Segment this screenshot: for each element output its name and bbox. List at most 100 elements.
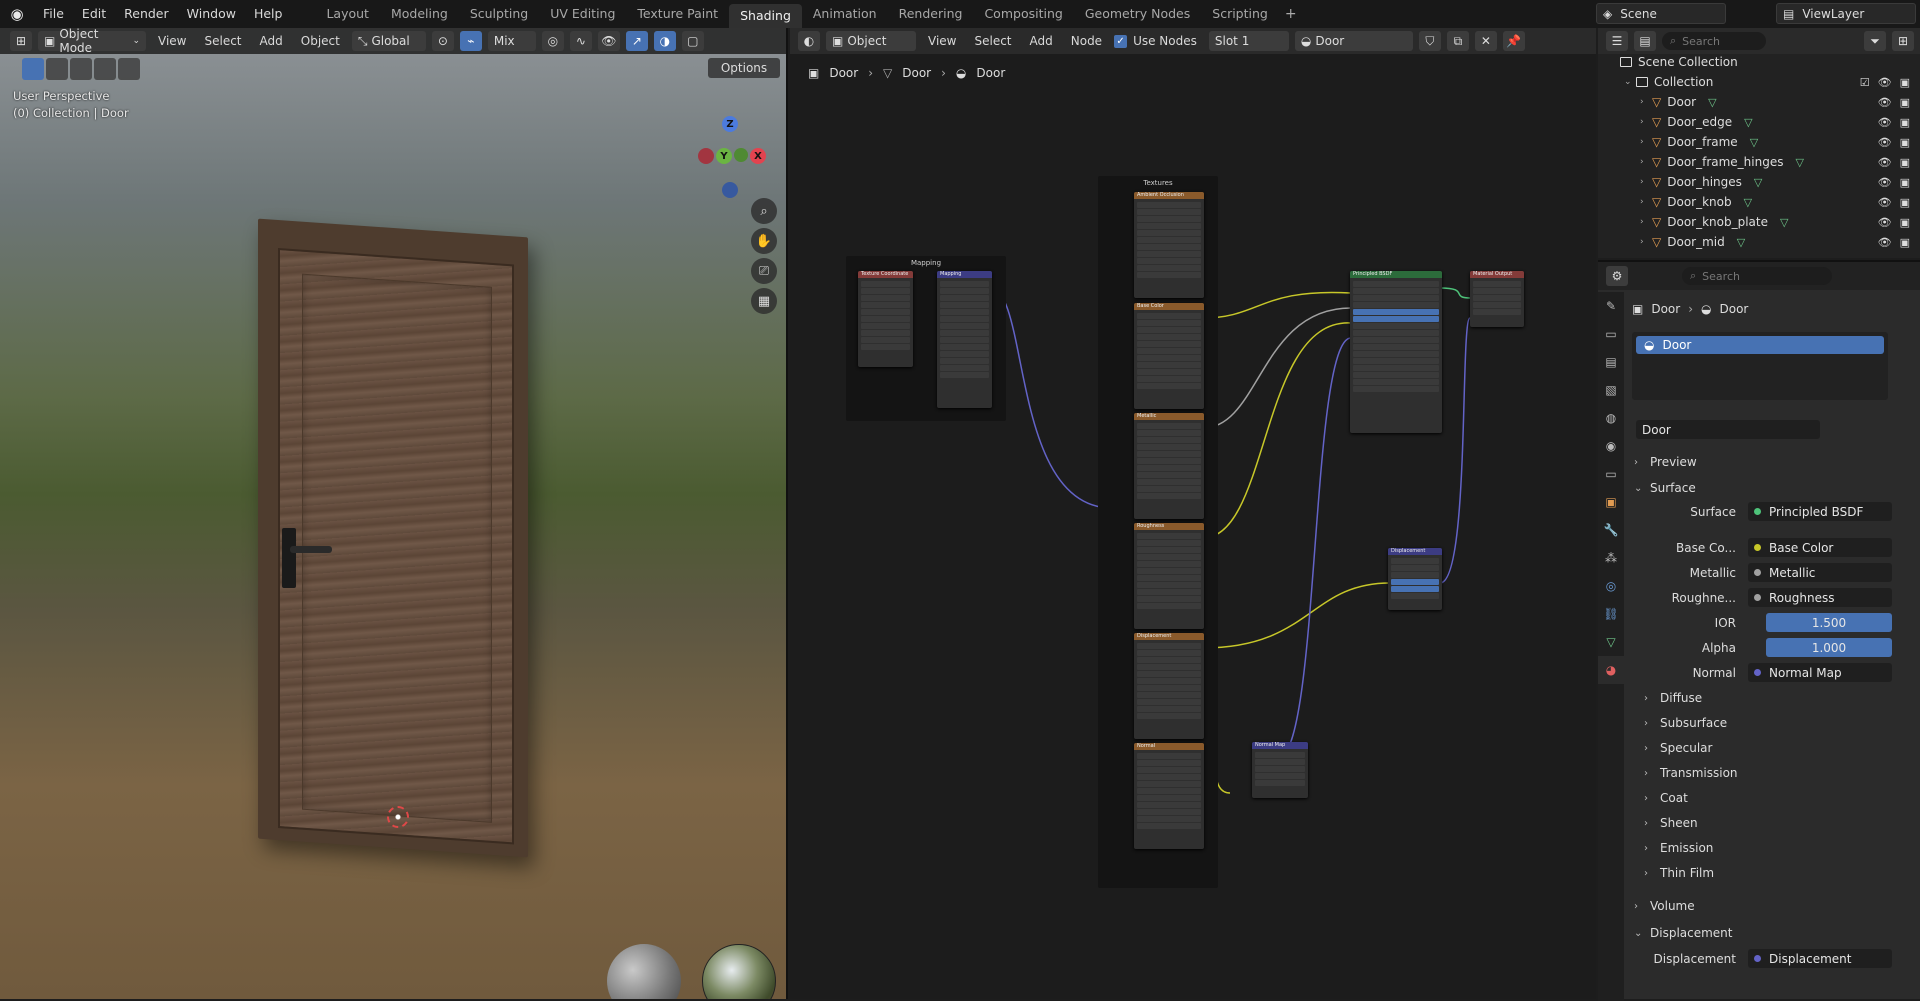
camera-icon[interactable]: ▣ — [1900, 136, 1910, 149]
mode-dropdown[interactable]: ▣ Object Mode ⌄ — [38, 28, 146, 55]
outliner-scene-collection[interactable]: Scene Collection — [1620, 52, 1920, 72]
tab-modeling[interactable]: Modeling — [380, 0, 459, 28]
select-invert-icon[interactable] — [118, 58, 140, 80]
mesh-data-icon[interactable]: ▽ — [1750, 136, 1758, 149]
particles-tab-icon[interactable]: ⁂ — [1598, 544, 1624, 572]
camera-icon[interactable]: ▣ — [1900, 116, 1910, 129]
mesh-data-icon[interactable]: ▽ — [1754, 176, 1762, 189]
outliner-item-door-edge[interactable]: › ▽ Door_edge ▽ 👁 ▣ — [1640, 112, 1920, 132]
tab-scripting[interactable]: Scripting — [1201, 0, 1279, 28]
world-tab-icon[interactable]: ◉ — [1598, 432, 1624, 460]
outliner-item-door-frame-hinges[interactable]: › ▽ Door_frame_hinges ▽ 👁 ▣ — [1640, 152, 1920, 172]
camera-icon[interactable]: ▣ — [1900, 236, 1910, 249]
node-displacement[interactable]: Displacement — [1388, 548, 1442, 610]
mesh-data-icon[interactable]: ▽ — [1737, 236, 1745, 249]
falloff-icon[interactable]: ∿ — [569, 31, 592, 51]
data-tab-icon[interactable]: ▽ — [1598, 628, 1624, 656]
shader-node-editor[interactable]: ◐ ▣ Object View Select Add Node ✓ Use No… — [790, 28, 1596, 999]
outliner-item-door-frame[interactable]: › ▽ Door_frame ▽ 👁 ▣ — [1640, 132, 1920, 152]
pan-hand-icon[interactable]: ✋ — [751, 228, 777, 254]
ior-field[interactable]: 1.500 — [1766, 613, 1892, 632]
camera-icon[interactable]: ▣ — [1900, 156, 1910, 169]
object-visibility[interactable]: 👁 ▣ — [1878, 136, 1910, 149]
properties-search-input[interactable]: ⌕ Search — [1682, 267, 1832, 285]
material-slot-item[interactable]: ◒ Door — [1636, 336, 1884, 354]
editor-type-icon[interactable]: ⊞ — [10, 31, 32, 51]
node-normal-texture[interactable]: Normal — [1134, 743, 1204, 849]
material-slot-list[interactable]: ◒ Door — [1632, 332, 1888, 400]
overlay-toggle-icon[interactable]: ◑ — [653, 31, 676, 51]
blender-logo-icon[interactable]: ◉ — [0, 5, 34, 23]
filter-icon[interactable]: ⏷ — [1864, 31, 1886, 51]
properties-type-icon[interactable]: ⚙ — [1606, 266, 1628, 286]
outliner-item-door-knob[interactable]: › ▽ Door_knob ▽ 👁 ▣ — [1640, 192, 1920, 212]
viewport-menu-select[interactable]: Select — [198, 34, 247, 48]
section-volume[interactable]: › Volume — [1634, 894, 1908, 918]
scene-selector[interactable]: ◈ Scene — [1596, 3, 1726, 24]
outliner-item-door-knob-plate[interactable]: › ▽ Door_knob_plate ▽ 👁 ▣ — [1640, 212, 1920, 232]
collection-visibility[interactable]: ☑ 👁 ▣ — [1860, 76, 1910, 89]
node-ambient-occlusion-texture[interactable]: Ambient Occlusion — [1134, 192, 1204, 298]
menu-file[interactable]: File — [34, 0, 73, 28]
menu-help[interactable]: Help — [245, 0, 292, 28]
section-specular[interactable]: › Specular — [1644, 736, 1918, 760]
camera-icon[interactable]: ▣ — [1900, 76, 1910, 89]
outliner[interactable]: ☰ ▤ ⌕ Search ⏷ ⊞ Scene Collection ⌄ Coll… — [1598, 28, 1920, 258]
scene-tab-icon[interactable]: ◍ — [1598, 404, 1624, 432]
tab-shading[interactable]: Shading — [729, 4, 802, 28]
roughness-field[interactable]: Roughness — [1748, 588, 1892, 607]
menu-window[interactable]: Window — [178, 0, 245, 28]
outliner-item-door[interactable]: › ▽ Door ▽ 👁 ▣ — [1640, 92, 1920, 112]
object-visibility[interactable]: 👁 ▣ — [1878, 156, 1910, 169]
mesh-data-icon[interactable]: ▽ — [1795, 156, 1803, 169]
node-roughness-texture[interactable]: Roughness — [1134, 523, 1204, 629]
xray-icon[interactable]: ▢ — [681, 31, 704, 51]
node-texture-coordinate[interactable]: Texture Coordinate — [858, 271, 913, 367]
eye-icon[interactable]: 👁 — [1878, 196, 1892, 209]
object-tab-icon[interactable]: ▣ — [1598, 488, 1624, 516]
navigation-gizmo[interactable]: Z Y X — [690, 88, 770, 198]
object-visibility[interactable]: 👁 ▣ — [1878, 236, 1910, 249]
camera-icon[interactable]: ▣ — [1900, 216, 1910, 229]
chevron-right-icon[interactable]: › — [1640, 177, 1652, 187]
tab-compositing[interactable]: Compositing — [973, 0, 1073, 28]
pivot-icon[interactable]: ⊙ — [431, 31, 454, 51]
mesh-data-icon[interactable]: ▽ — [1780, 216, 1788, 229]
outliner-item-door-mid[interactable]: › ▽ Door_mid ▽ 👁 ▣ — [1640, 232, 1920, 252]
menu-render[interactable]: Render — [115, 0, 178, 28]
3d-viewport[interactable]: ⊞ ▣ Object Mode ⌄ View Select Add Object… — [0, 28, 788, 999]
select-new-icon[interactable] — [46, 58, 68, 80]
section-thin-film[interactable]: › Thin Film — [1644, 861, 1918, 885]
node-metallic-texture[interactable]: Metallic — [1134, 413, 1204, 519]
metallic-field[interactable]: Metallic — [1748, 563, 1892, 582]
zoom-icon[interactable]: ⌕ — [751, 198, 777, 224]
mesh-data-icon[interactable]: ▽ — [1708, 96, 1716, 109]
ortho-grid-icon[interactable]: ▦ — [751, 288, 777, 314]
section-subsurface[interactable]: › Subsurface — [1644, 711, 1918, 735]
eye-icon[interactable]: 👁 — [1878, 156, 1892, 169]
camera-icon[interactable]: ▣ — [1900, 196, 1910, 209]
node-displacement-texture[interactable]: Displacement — [1134, 633, 1204, 739]
orientation-dropdown[interactable]: ⤡ Global — [351, 31, 426, 51]
section-emission[interactable]: › Emission — [1644, 836, 1918, 860]
outliner-type-icon[interactable]: ☰ — [1606, 31, 1628, 51]
object-visibility[interactable]: 👁 ▣ — [1878, 116, 1910, 129]
eye-icon[interactable]: 👁 — [1878, 216, 1892, 229]
chevron-right-icon[interactable]: › — [1640, 197, 1652, 207]
node-normal-map[interactable]: Normal Map — [1252, 742, 1308, 798]
eye-icon[interactable]: 👁 — [1878, 76, 1892, 89]
eye-icon[interactable]: 👁 — [1878, 176, 1892, 189]
alpha-field[interactable]: 1.000 — [1766, 638, 1892, 657]
3d-cursor-icon[interactable] — [387, 806, 409, 828]
section-sheen[interactable]: › Sheen — [1644, 811, 1918, 835]
base-color-field[interactable]: Base Color — [1748, 538, 1892, 557]
view-layer-selector[interactable]: ▤ ViewLayer — [1776, 3, 1916, 24]
tab-uv-editing[interactable]: UV Editing — [539, 0, 626, 28]
eye-icon[interactable]: 👁 — [1878, 136, 1892, 149]
proportional-edit-icon[interactable]: ◎ — [541, 31, 564, 51]
gizmo-y-icon[interactable]: Y — [716, 148, 732, 164]
physics-tab-icon[interactable]: ◎ — [1598, 572, 1624, 600]
render-tab-icon[interactable]: ▭ — [1598, 320, 1624, 348]
tab-texture-paint[interactable]: Texture Paint — [626, 0, 729, 28]
options-button[interactable]: Options — [708, 58, 780, 78]
